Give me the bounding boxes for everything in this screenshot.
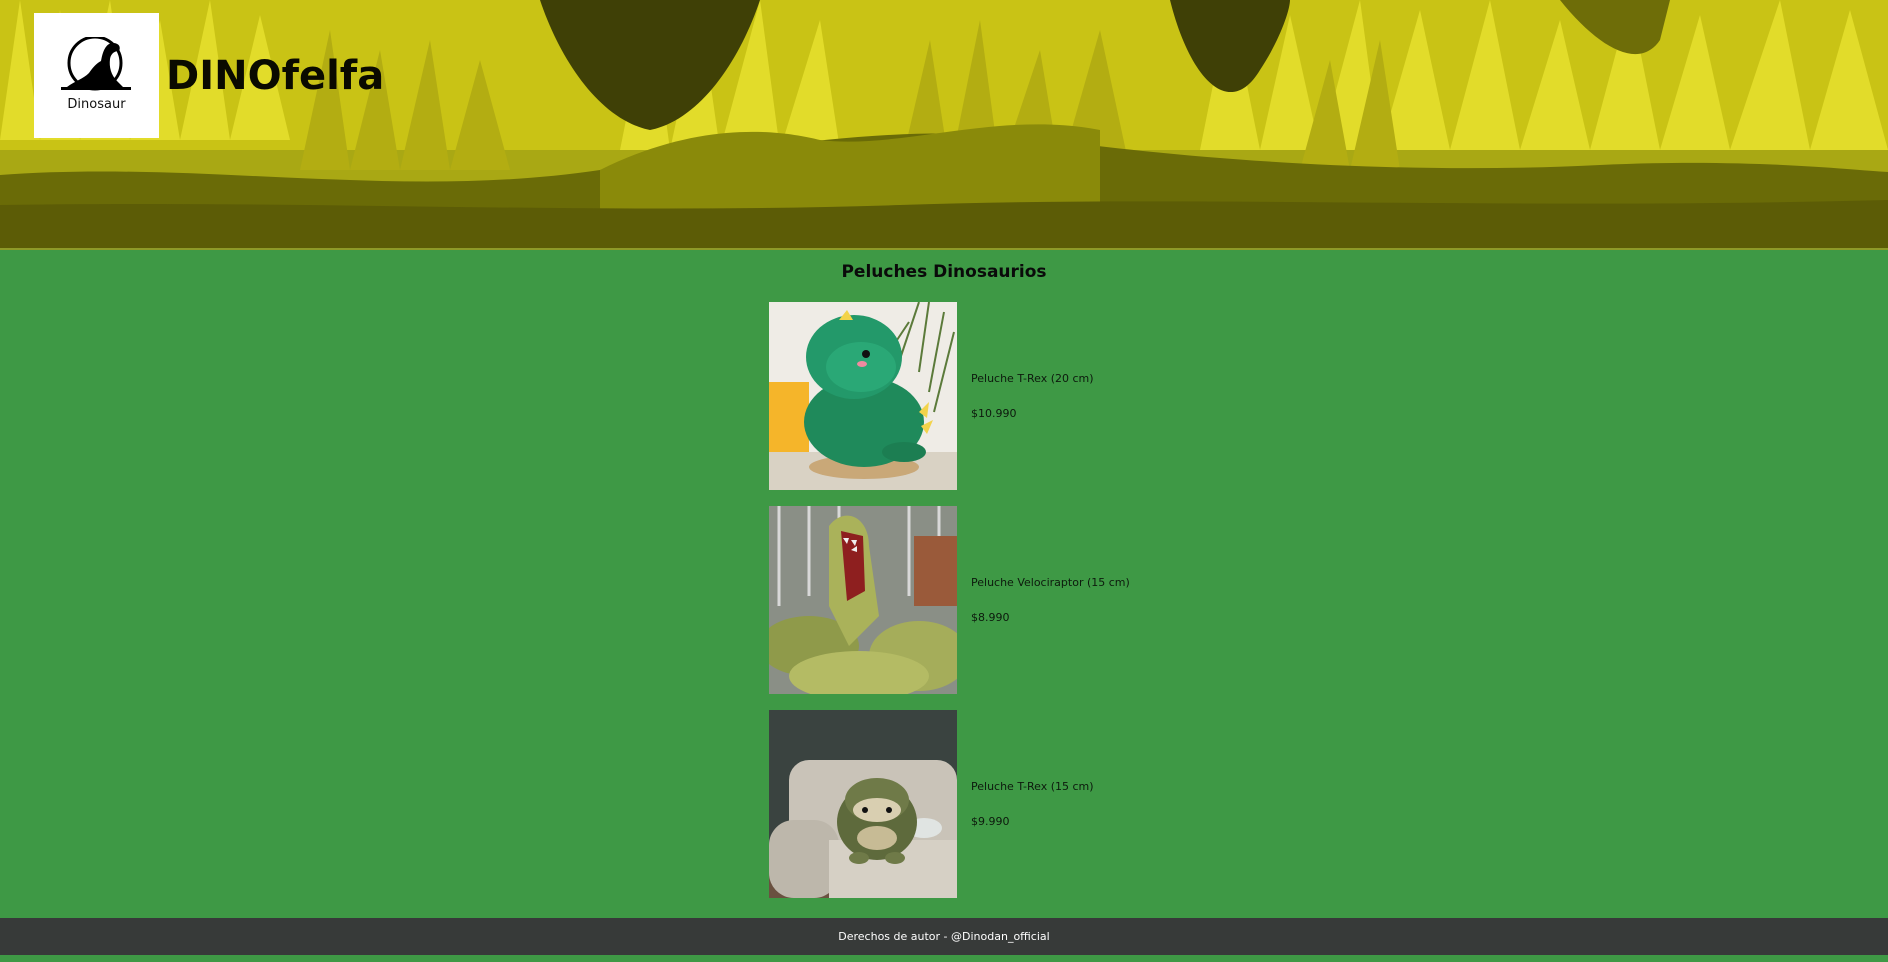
product-item: Peluche T-Rex (15 cm) $9.990 [769,710,1269,898]
velociraptor-plush-image [769,506,957,694]
banner-bottom-border [0,248,1888,250]
jungle-grass-background [0,0,1888,250]
logo-caption: Dinosaur [67,97,126,112]
product-price: $9.990 [971,815,1010,828]
product-image-trex-15[interactable] [769,710,957,898]
footer-copyright: Derechos de autor - @Dinodan_official [838,930,1050,943]
logo[interactable]: Dinosaur [34,13,159,138]
trex-plush-image [769,302,957,490]
product-price: $10.990 [971,407,1017,420]
product-price: $8.990 [971,611,1010,624]
product-image-trex-20[interactable] [769,302,957,490]
product-name: Peluche Velociraptor (15 cm) [971,576,1130,589]
dinosaur-logo-icon [61,37,131,91]
product-image-velociraptor-15[interactable] [769,506,957,694]
product-item: Peluche T-Rex (20 cm) $10.990 [769,302,1269,490]
section-title: Peluches Dinosaurios [841,262,1047,282]
product-name: Peluche T-Rex (15 cm) [971,780,1094,793]
trex-small-plush-image [769,710,957,898]
site-title: DINOfelfa [166,53,385,99]
header-banner: Dinosaur DINOfelfa [0,0,1888,250]
footer: Derechos de autor - @Dinodan_official [0,918,1888,955]
product-name: Peluche T-Rex (20 cm) [971,372,1094,385]
product-item: Peluche Velociraptor (15 cm) $8.990 [769,506,1269,694]
product-list: Peluche T-Rex (20 cm) $10.990 Peluche Ve… [769,302,1269,914]
